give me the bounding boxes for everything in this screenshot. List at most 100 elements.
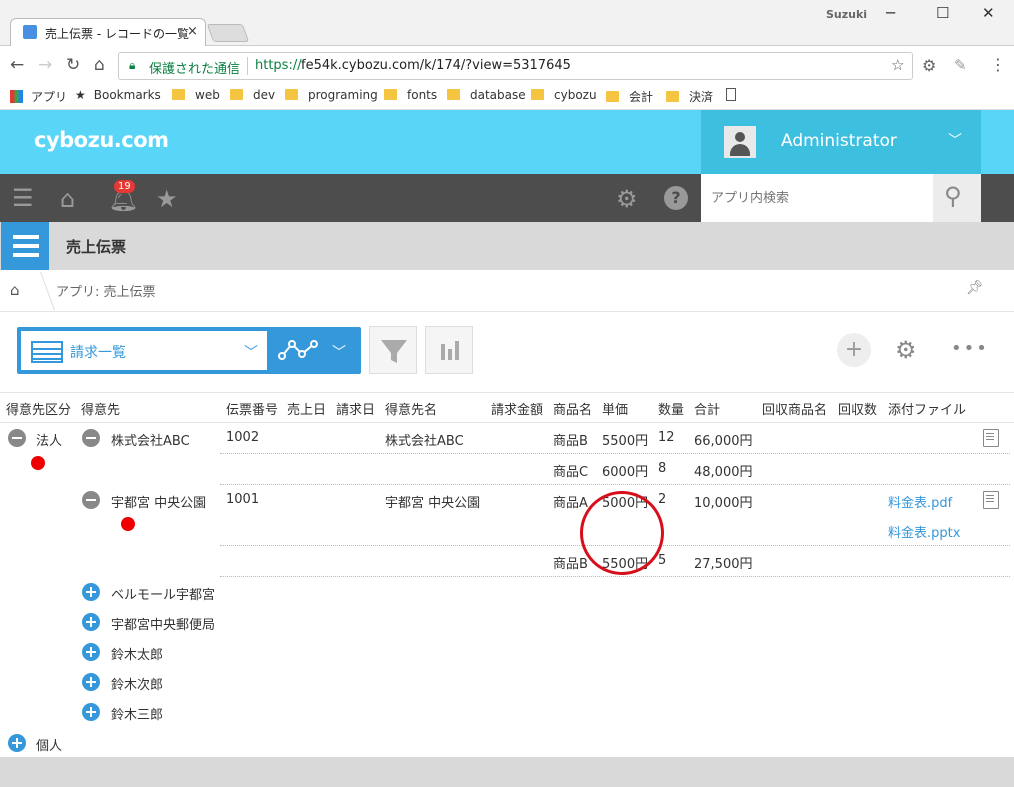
bookmark-fonts[interactable]: fonts — [384, 88, 437, 102]
slip-number: 1002 — [226, 430, 260, 445]
column-header[interactable]: 単価 — [602, 399, 628, 418]
column-header[interactable]: 数量 — [658, 399, 684, 418]
customer-label: 鈴木次郎 — [111, 678, 164, 693]
product-name: 商品B — [553, 557, 588, 572]
filter-icon — [381, 340, 407, 363]
bookmark-payment[interactable]: 決済 — [666, 88, 713, 105]
app-search-input[interactable] — [701, 174, 933, 222]
collapse-customer-icon[interactable] — [82, 429, 100, 447]
chevron-down-icon[interactable]: ﹀ — [948, 130, 962, 150]
customer-label: 鈴木三郎 — [111, 708, 164, 723]
expand-customer-icon[interactable] — [82, 643, 100, 661]
folder-icon — [230, 89, 243, 100]
slip-number: 1001 — [226, 492, 260, 507]
browser-tab[interactable]: 売上伝票 - レコードの一覧 × — [10, 18, 206, 47]
collapse-customer-icon[interactable] — [82, 491, 100, 509]
more-options-icon[interactable]: ••• — [951, 338, 989, 359]
attachment-link[interactable]: 料金表.pdf — [888, 492, 952, 511]
extension-icon[interactable]: ⚙ — [922, 56, 936, 75]
app-title[interactable]: 売上伝票 — [66, 236, 126, 257]
column-header[interactable]: 添付ファイル — [888, 399, 966, 418]
bookmark-label: 会計 — [629, 90, 654, 104]
user-name[interactable]: Administrator — [781, 131, 897, 151]
attachment-link[interactable]: 料金表.pptx — [888, 522, 960, 541]
breadcrumb-app[interactable]: アプリ: 売上伝票 — [56, 281, 156, 300]
minimize-button[interactable]: ─ — [886, 4, 895, 22]
expand-customer-icon[interactable] — [82, 583, 100, 601]
app-title-bar — [0, 222, 1014, 270]
cybozu-logo[interactable]: cybozu.com — [34, 128, 169, 152]
maximize-button[interactable]: ☐ — [936, 4, 949, 22]
bookmark-database[interactable]: database — [447, 88, 526, 102]
chevron-down-icon[interactable]: ﹀ — [244, 342, 258, 362]
column-header[interactable]: 得意先 — [81, 399, 120, 418]
chevron-down-icon[interactable]: ﹀ — [332, 342, 346, 362]
product-name: 商品C — [553, 465, 589, 480]
pin-icon[interactable]: 📌︎ — [966, 280, 984, 296]
bookmark-label: Bookmarks — [93, 88, 161, 102]
reload-icon[interactable]: ↻ — [66, 55, 80, 75]
new-tab-button[interactable] — [206, 24, 250, 42]
bookmark-web[interactable]: web — [172, 88, 220, 102]
profile-name[interactable]: Suzuki — [826, 8, 867, 21]
column-header[interactable]: 回収商品名 — [762, 399, 827, 418]
row-divider — [220, 576, 1010, 577]
bookmark-accounting[interactable]: 会計 — [606, 88, 653, 105]
expand-customer-icon[interactable] — [82, 613, 100, 631]
back-arrow-icon[interactable]: ← — [10, 55, 24, 75]
column-header[interactable]: 得意先名 — [385, 399, 437, 418]
column-header[interactable]: 伝票番号 — [226, 399, 278, 418]
close-window-button[interactable]: ✕ — [982, 4, 995, 22]
home-icon[interactable]: ⌂ — [94, 55, 105, 75]
unit-price: 5500円 — [602, 434, 649, 449]
quantity: 12 — [658, 430, 675, 445]
total: 66,000円 — [694, 434, 753, 449]
bookmark-programing[interactable]: programing — [285, 88, 378, 102]
favorites-star-icon[interactable]: ★ — [156, 185, 178, 213]
column-header[interactable]: 請求金額 — [491, 399, 543, 418]
chart-button[interactable] — [425, 326, 473, 374]
filter-button[interactable] — [369, 326, 417, 374]
expand-group-icon[interactable] — [8, 734, 26, 752]
column-header[interactable]: 請求日 — [336, 399, 375, 418]
edit-record-icon[interactable] — [983, 491, 999, 509]
column-header[interactable]: 合計 — [694, 399, 720, 418]
edit-record-icon[interactable] — [983, 429, 999, 447]
column-header[interactable]: 回収数 — [838, 399, 877, 418]
expand-customer-icon[interactable] — [82, 673, 100, 691]
bookmark-label: programing — [308, 88, 378, 102]
view-name[interactable]: 請求一覧 — [70, 342, 126, 362]
column-header[interactable]: 得意先区分 — [6, 399, 71, 418]
tab-close-icon[interactable]: × — [187, 24, 198, 39]
red-dot-marker — [121, 517, 135, 531]
bookmark-dev[interactable]: dev — [230, 88, 275, 102]
forward-arrow-icon[interactable]: → — [38, 55, 52, 75]
product-name: 商品A — [553, 496, 588, 511]
total: 10,000円 — [694, 496, 753, 511]
bookmark-star-icon[interactable]: ☆ — [891, 56, 904, 74]
home-icon[interactable]: ⌂ — [60, 185, 75, 213]
app-settings-gear-icon[interactable]: ⚙ — [895, 336, 917, 364]
graph-icon[interactable] — [278, 336, 322, 364]
bookmark-cybozu[interactable]: cybozu — [531, 88, 597, 102]
app-search[interactable] — [701, 174, 933, 222]
menu-icon[interactable]: ☰ — [12, 184, 34, 212]
bookmark-apps[interactable]: アプリ — [10, 88, 67, 105]
add-record-button[interactable]: + — [837, 333, 871, 367]
address-bar[interactable]: 🔒︎ 保護された通信 https:// fe54k.cybozu.com/k/1… — [118, 52, 913, 80]
bookmark-page-icon[interactable] — [726, 88, 736, 102]
expand-customer-icon[interactable] — [82, 703, 100, 721]
column-header[interactable]: 商品名 — [553, 399, 592, 418]
avatar[interactable] — [724, 126, 756, 158]
collapse-group-icon[interactable] — [8, 429, 26, 447]
help-icon[interactable]: ? — [664, 186, 688, 210]
gear-icon[interactable]: ⚙ — [616, 185, 638, 213]
extension-puzzle-icon[interactable]: ✎ — [954, 56, 967, 74]
breadcrumb-home-icon[interactable]: ⌂ — [10, 281, 20, 299]
bookmark-label: web — [195, 88, 220, 102]
column-header[interactable]: 売上日 — [287, 399, 326, 418]
folder-icon — [666, 91, 679, 102]
bookmark-bookmarks[interactable]: ★ Bookmarks — [75, 88, 161, 102]
browser-menu-icon[interactable]: ⋮ — [990, 55, 1006, 74]
search-button[interactable]: ⚲ — [933, 174, 981, 222]
